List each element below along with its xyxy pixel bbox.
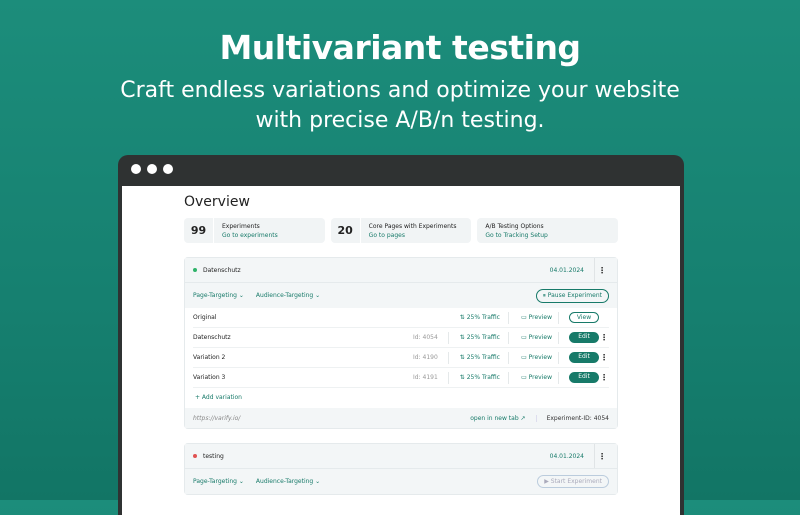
more-icon[interactable]: ⋮ — [599, 333, 609, 342]
view-button[interactable]: View — [569, 312, 599, 323]
app-content: Overview 99 Experiments Go to experiments … — [122, 186, 680, 515]
edit-button[interactable]: Edit — [569, 352, 599, 363]
page-targeting-dropdown[interactable]: Page-Targeting ⌄ — [193, 292, 244, 299]
more-icon[interactable]: ⋮ — [595, 452, 609, 461]
edit-button[interactable]: Edit — [569, 372, 599, 383]
stat-core-pages: 20 Core Pages with Experiments Go to pages — [330, 218, 472, 243]
stat-label: A/B Testing Options — [485, 222, 544, 230]
variation-id: 4054 — [422, 333, 438, 341]
variation-row: Datenschutz Id: 4054 ⇅ 25% Traffic ▭ Previe… — [193, 328, 609, 348]
experiment-date: 04.01.2024 — [550, 258, 595, 282]
variation-id: 4191 — [422, 373, 438, 381]
audience-targeting-dropdown[interactable]: Audience-Targeting ⌄ — [256, 478, 320, 485]
hero-subtitle: Craft endless variations and optimize yo… — [120, 78, 680, 133]
browser-window: Overview 99 Experiments Go to experiments … — [118, 155, 684, 515]
window-dot — [147, 164, 157, 174]
traffic-link[interactable]: ⇅ 25% Traffic — [449, 351, 509, 364]
more-icon[interactable]: ⋮ — [599, 373, 609, 382]
pause-experiment-button[interactable]: ⏸ Pause Experiment — [535, 288, 609, 303]
preview-link[interactable]: ▭ Preview — [509, 371, 559, 384]
traffic-link[interactable]: ⇅ 25% Traffic — [449, 311, 509, 324]
variation-name: Original — [193, 314, 217, 321]
stat-label: Experiments — [222, 222, 260, 230]
variation-id: 4190 — [422, 353, 438, 361]
stat-number: 20 — [331, 218, 361, 243]
experiment-date: 04.01.2024 — [550, 444, 595, 468]
preview-link[interactable]: ▭ Preview — [509, 351, 559, 364]
add-variation-button[interactable]: + Add variation — [185, 388, 617, 408]
experiment-name[interactable]: Datenschutz — [203, 267, 241, 274]
variation-name: Variation 2 — [193, 354, 226, 361]
status-dot — [193, 268, 197, 272]
go-to-experiments-link[interactable]: Go to experiments — [222, 231, 278, 240]
variation-row: Variation 3 Id: 4191 ⇅ 25% Traffic ▭ Previe… — [193, 368, 609, 388]
page-targeting-dropdown[interactable]: Page-Targeting ⌄ — [193, 478, 244, 485]
window-dot — [131, 164, 141, 174]
page-title: Overview — [184, 194, 250, 210]
more-icon[interactable]: ⋮ — [595, 266, 609, 275]
experiment-name[interactable]: testing — [203, 453, 224, 460]
hero-title: Multivariant testing — [219, 28, 581, 67]
stat-label: Core Pages with Experiments — [368, 222, 457, 230]
id-label: Id: — [413, 333, 421, 341]
audience-targeting-dropdown[interactable]: Audience-Targeting ⌄ — [256, 292, 320, 299]
id-label: Id: — [413, 353, 421, 361]
stat-experiments: 99 Experiments Go to experiments — [184, 218, 325, 243]
open-in-new-tab-link[interactable]: open in new tab ↗ — [470, 414, 537, 422]
variation-name: Variation 3 — [193, 374, 226, 381]
experiment-card: testing 04.01.2024 ⋮ Page-Targeting ⌄ Audie… — [184, 443, 618, 495]
stat-ab-options: A/B Testing Options Go to Tracking Setup — [477, 218, 619, 243]
experiment-url: https://varify.io/ — [193, 414, 241, 422]
experiment-id: Experiment-ID: 4054 — [546, 414, 609, 422]
go-to-tracking-link[interactable]: Go to Tracking Setup — [485, 231, 548, 240]
traffic-link[interactable]: ⇅ 25% Traffic — [449, 331, 509, 344]
edit-button[interactable]: Edit — [569, 332, 599, 343]
variation-name: Datenschutz — [193, 334, 231, 341]
stat-number: 99 — [184, 218, 214, 243]
variation-row: Original ⇅ 25% Traffic ▭ Preview View — [193, 308, 609, 328]
variation-row: Variation 2 Id: 4190 ⇅ 25% Traffic ▭ Previe… — [193, 348, 609, 368]
window-dot — [163, 164, 173, 174]
go-to-pages-link[interactable]: Go to pages — [369, 231, 457, 240]
start-experiment-button[interactable]: ▶ Start Experiment — [537, 475, 609, 488]
traffic-link[interactable]: ⇅ 25% Traffic — [449, 371, 509, 384]
preview-link[interactable]: ▭ Preview — [509, 311, 559, 324]
id-label: Id: — [413, 373, 421, 381]
preview-link[interactable]: ▭ Preview — [509, 331, 559, 344]
experiment-card: Datenschutz 04.01.2024 ⋮ Page-Targeting ⌄ A… — [184, 257, 618, 429]
more-icon[interactable]: ⋮ — [599, 353, 609, 362]
status-dot — [193, 454, 197, 458]
